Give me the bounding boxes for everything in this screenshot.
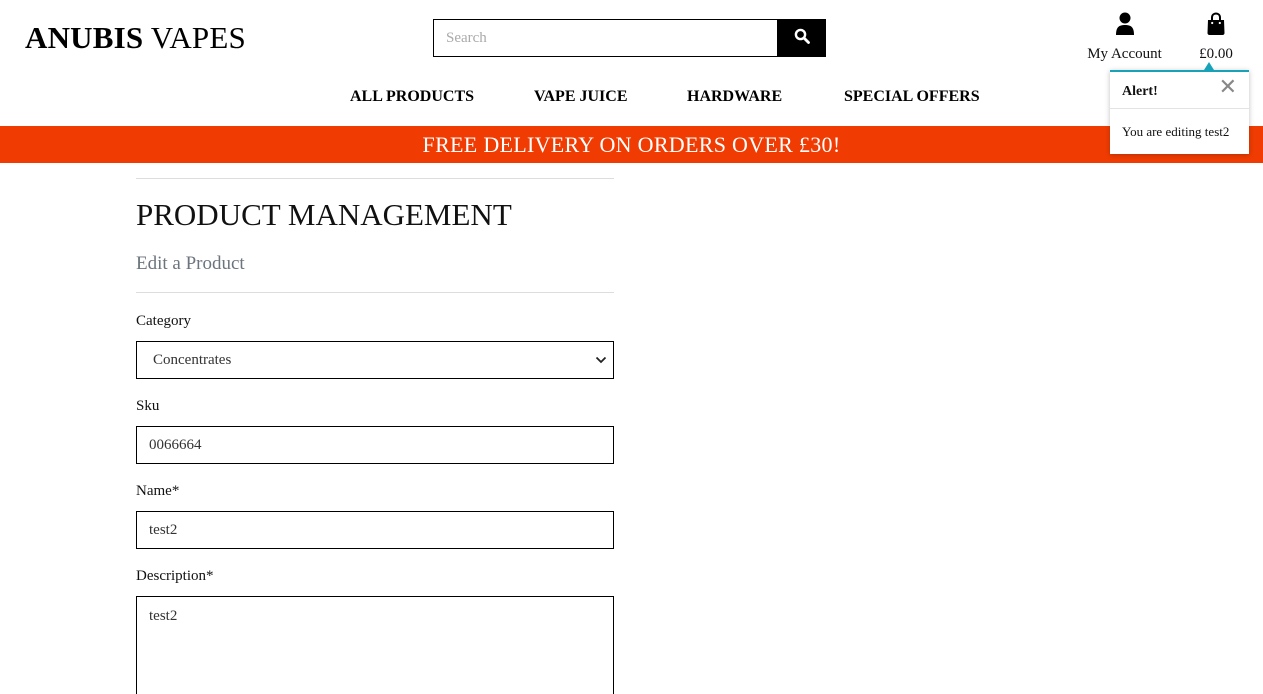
description-value: test2 [149,608,178,624]
main-nav: ALL PRODUCTS VAPE JUICE HARDWARE SPECIAL… [0,88,1263,108]
search-form [433,19,826,57]
category-value: Concentrates [153,351,232,368]
bag-total: £0.00 [1199,46,1233,62]
shopping-bag-icon [1206,12,1226,40]
name-label: Name* [136,483,180,499]
nav-vape-juice[interactable]: VAPE JUICE [534,88,628,106]
logo-bold: ANUBIS [25,20,144,55]
sku-value: 0066664 [149,436,202,453]
description-textarea[interactable]: test2 [136,596,614,694]
page-title: PRODUCT MANAGEMENT [136,197,512,232]
alert-toast: Alert! ✕ You are editing test2 [1110,62,1249,154]
my-account-link[interactable]: My Account [1083,12,1166,63]
my-account-label: My Account [1087,46,1162,62]
name-value: test2 [149,521,178,538]
logo-rest: VAPES [150,20,246,55]
category-label: Category [136,313,191,329]
search-icon [794,28,810,49]
chevron-down-icon [595,352,607,369]
page-subtitle: Edit a Product [136,253,245,274]
delivery-banner: FREE DELIVERY ON ORDERS OVER £30! [0,126,1263,163]
category-select[interactable]: Concentrates [136,341,614,379]
nav-hardware[interactable]: HARDWARE [687,88,782,106]
sku-input[interactable]: 0066664 [136,426,614,464]
divider-top [136,178,614,179]
search-input[interactable] [433,19,777,57]
toast-message: You are editing test2 [1122,124,1230,139]
divider-form [136,292,614,293]
user-icon [1115,12,1135,40]
site-logo[interactable]: ANUBIS VAPES [25,20,246,56]
search-button[interactable] [777,19,826,57]
description-label: Description* [136,568,214,584]
toast-arrow [1204,62,1214,70]
product-management-section: PRODUCT MANAGEMENT Edit a Product Catego… [136,178,614,694]
shopping-bag-link[interactable]: £0.00 [1192,12,1240,63]
name-input[interactable]: test2 [136,511,614,549]
close-icon[interactable]: ✕ [1219,77,1237,99]
nav-special-offers[interactable]: SPECIAL OFFERS [844,88,980,106]
nav-all-products[interactable]: ALL PRODUCTS [350,88,474,106]
sku-label: Sku [136,398,160,414]
